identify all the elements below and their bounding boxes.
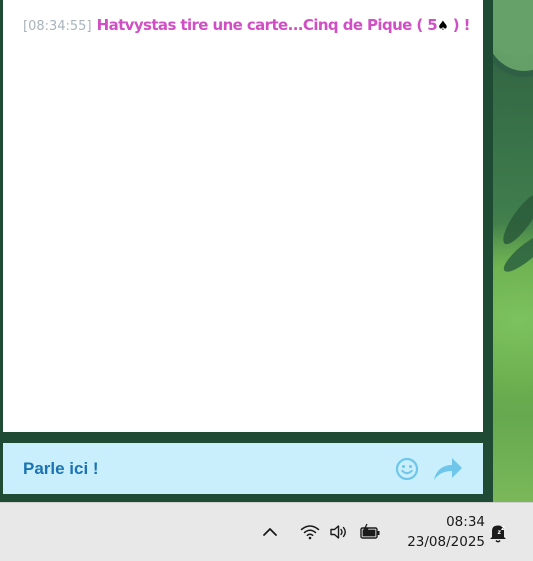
spade-suit-symbol: ♠ (437, 19, 449, 34)
chat-message: [08:34:55] Hatvystas tire une carte...Ci… (23, 15, 470, 34)
svg-text:z: z (501, 524, 505, 532)
message-text: Hatvystas tire une carte...Cinq de Pique… (96, 16, 471, 34)
notification-bell-icon[interactable]: z z (486, 520, 510, 544)
clock-date: 23/08/2025 (407, 534, 485, 550)
share-arrow-icon[interactable] (432, 456, 464, 482)
message-text-before: Hatvystas tire une carte...Cinq de Pique… (96, 16, 438, 34)
chevron-up-icon[interactable] (259, 521, 281, 543)
chat-log[interactable]: [08:34:55] Hatvystas tire une carte...Ci… (3, 0, 483, 432)
message-timestamp: [08:34:55] (23, 19, 92, 34)
message-text-after: ) ! (448, 16, 471, 34)
wifi-icon[interactable] (299, 521, 321, 543)
svg-text:z: z (498, 529, 502, 536)
battery-icon[interactable] (359, 521, 381, 543)
clock-time: 08:34 (446, 514, 485, 530)
desktop: [08:34:55] Hatvystas tire une carte...Ci… (0, 0, 533, 561)
volume-icon[interactable] (328, 521, 350, 543)
chat-input-bar (3, 443, 483, 494)
taskbar: 08:34 23/08/2025 z z (0, 502, 533, 561)
taskbar-clock[interactable]: 08:34 23/08/2025 (395, 512, 485, 552)
smiley-icon[interactable] (395, 457, 419, 481)
chat-input[interactable] (3, 443, 383, 494)
chat-window: [08:34:55] Hatvystas tire une carte...Ci… (0, 0, 493, 502)
